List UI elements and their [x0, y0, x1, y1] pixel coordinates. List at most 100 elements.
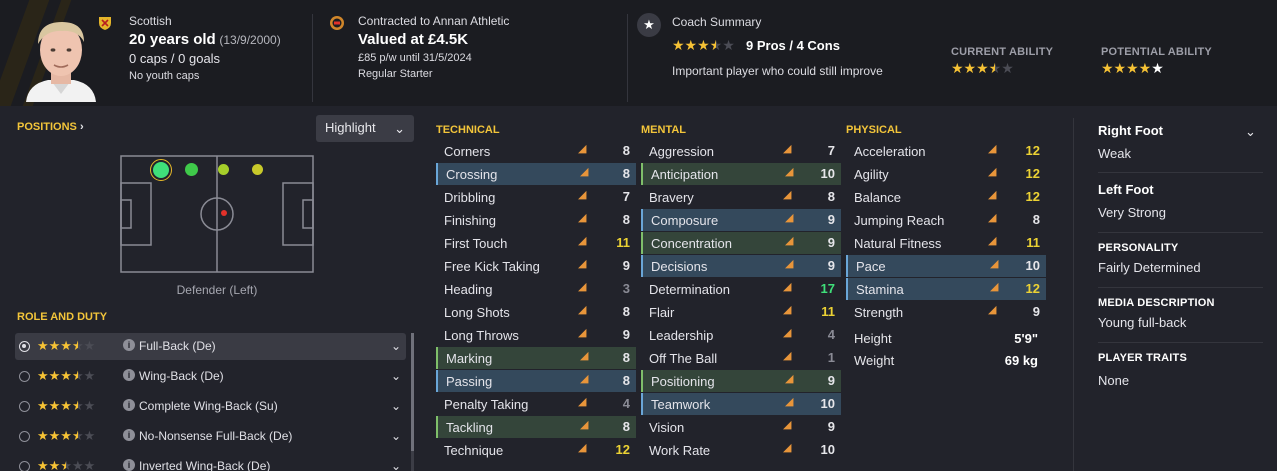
training-arrow-icon: ◢ — [580, 419, 589, 431]
attribute-row[interactable]: Positioning ◢ 9 — [641, 370, 841, 392]
contract-block: Contracted to Annan Athletic Valued at £… — [358, 14, 509, 80]
chevron-right-icon: › — [79, 121, 84, 133]
attribute-row[interactable]: Crossing ◢ 8 — [436, 163, 636, 185]
attribute-row[interactable]: Finishing ◢ 8 — [436, 209, 636, 231]
attribute-name: Flair — [649, 305, 675, 320]
attribute-row[interactable]: Pace ◢ 10 — [846, 255, 1046, 277]
info-icon[interactable]: i — [123, 339, 135, 351]
training-arrow-icon: ◢ — [785, 166, 794, 178]
position-dot-aml[interactable] — [252, 164, 263, 175]
attribute-row[interactable]: Composure ◢ 9 — [641, 209, 841, 231]
role-duty-title: ROLE AND DUTY — [17, 311, 108, 323]
attribute-row[interactable]: Penalty Taking ◢ 4 — [436, 393, 636, 415]
role-row[interactable]: ★★★★★ i Wing-Back (De) ⌄ — [15, 363, 406, 390]
role-radio[interactable] — [19, 341, 30, 352]
chevron-down-icon[interactable]: ⌄ — [1245, 124, 1256, 140]
role-row[interactable]: ★★★★★ i No-Nonsense Full-Back (De) ⌄ — [15, 423, 406, 450]
positions-title[interactable]: POSITIONS › — [17, 121, 84, 133]
attribute-row[interactable]: Bravery ◢ 8 — [641, 186, 841, 208]
chevron-down-icon[interactable]: ⌄ — [391, 399, 401, 413]
positions-pitch — [120, 155, 314, 273]
attribute-row[interactable]: Balance ◢ 12 — [846, 186, 1046, 208]
attribute-row[interactable]: Determination ◢ 17 — [641, 278, 841, 300]
attribute-value: 8 — [1032, 212, 1040, 227]
role-row[interactable]: ★★★★★ i Full-Back (De) ⌄ — [15, 333, 406, 360]
potential-ability-label: POTENTIAL ABILITY — [1101, 46, 1212, 58]
attribute-row[interactable]: Vision ◢ 9 — [641, 416, 841, 438]
star-icon: ★ — [637, 13, 661, 37]
role-row[interactable]: ★★★★★ i Complete Wing-Back (Su) ⌄ — [15, 393, 406, 420]
attribute-row[interactable]: Free Kick Taking ◢ 9 — [436, 255, 636, 277]
attribute-row[interactable]: Acceleration ◢ 12 — [846, 140, 1046, 162]
attribute-value: 8 — [622, 166, 630, 181]
training-arrow-icon: ◢ — [988, 212, 997, 224]
attribute-row[interactable]: Stamina ◢ 12 — [846, 278, 1046, 300]
attribute-row[interactable]: Passing ◢ 8 — [436, 370, 636, 392]
role-radio[interactable] — [19, 431, 30, 442]
role-radio[interactable] — [19, 371, 30, 382]
attribute-row[interactable]: Long Throws ◢ 9 — [436, 324, 636, 346]
date-of-birth: (13/9/2000) — [219, 33, 281, 47]
attribute-row[interactable]: Strength ◢ 9 — [846, 301, 1046, 323]
role-row[interactable]: ★★★★★ i Inverted Wing-Back (De) ⌄ — [15, 453, 406, 471]
chevron-down-icon[interactable]: ⌄ — [391, 429, 401, 443]
role-radio[interactable] — [19, 401, 30, 412]
training-arrow-icon: ◢ — [783, 189, 792, 201]
height-label: Height — [854, 331, 892, 346]
weight-label: Weight — [854, 353, 895, 368]
training-arrow-icon: ◢ — [783, 304, 792, 316]
contract-club[interactable]: Contracted to Annan Athletic — [358, 14, 509, 28]
attribute-name: Decisions — [651, 259, 708, 274]
attribute-row[interactable]: First Touch ◢ 11 — [436, 232, 636, 254]
attribute-row[interactable]: Anticipation ◢ 10 — [641, 163, 841, 185]
training-arrow-icon: ◢ — [785, 235, 794, 247]
attribute-row[interactable]: Agility ◢ 12 — [846, 163, 1046, 185]
training-arrow-icon: ◢ — [988, 189, 997, 201]
attribute-row[interactable]: Decisions ◢ 9 — [641, 255, 841, 277]
roles-scrollbar-thumb[interactable] — [411, 333, 414, 451]
info-icon[interactable]: i — [123, 399, 135, 411]
attribute-row[interactable]: Leadership ◢ 4 — [641, 324, 841, 346]
attribute-row[interactable]: Dribbling ◢ 7 — [436, 186, 636, 208]
attribute-value: 11 — [821, 304, 835, 319]
attribute-row[interactable]: Natural Fitness ◢ 11 — [846, 232, 1046, 254]
training-arrow-icon: ◢ — [988, 304, 997, 316]
highlight-dropdown[interactable]: Highlight ⌄ — [316, 115, 414, 142]
attribute-name: Vision — [649, 420, 685, 435]
training-arrow-icon: ◢ — [990, 258, 999, 270]
attribute-row[interactable]: Long Shots ◢ 8 — [436, 301, 636, 323]
info-icon[interactable]: i — [123, 369, 135, 381]
training-arrow-icon: ◢ — [785, 396, 794, 408]
info-icon[interactable]: i — [123, 459, 135, 471]
chevron-down-icon[interactable]: ⌄ — [391, 369, 401, 383]
attribute-row[interactable]: Flair ◢ 11 — [641, 301, 841, 323]
attribute-row[interactable]: Technique ◢ 12 — [436, 439, 636, 461]
attribute-row[interactable]: Aggression ◢ 7 — [641, 140, 841, 162]
attribute-row[interactable]: Heading ◢ 3 — [436, 278, 636, 300]
attribute-row[interactable]: Marking ◢ 8 — [436, 347, 636, 369]
pros-cons[interactable]: 9 Pros / 4 Cons — [746, 38, 840, 53]
attribute-row[interactable]: Work Rate ◢ 10 — [641, 439, 841, 461]
role-stars: ★★★★★ — [37, 368, 96, 383]
position-dot-dl[interactable] — [153, 162, 169, 178]
attribute-row[interactable]: Teamwork ◢ 10 — [641, 393, 841, 415]
attribute-row[interactable]: Off The Ball ◢ 1 — [641, 347, 841, 369]
attribute-value: 7 — [622, 189, 630, 204]
coach-summary-stars: ★★★★★ — [672, 37, 735, 53]
attribute-row[interactable]: Tackling ◢ 8 — [436, 416, 636, 438]
attribute-row[interactable]: Corners ◢ 8 — [436, 140, 636, 162]
info-icon[interactable]: i — [123, 429, 135, 441]
attribute-name: Tackling — [446, 420, 493, 435]
position-dot-wbl[interactable] — [185, 163, 198, 176]
role-stars: ★★★★★ — [37, 458, 96, 471]
attribute-name: Balance — [854, 190, 901, 205]
attribute-value: 8 — [622, 212, 630, 227]
chevron-down-icon[interactable]: ⌄ — [391, 459, 401, 471]
role-radio[interactable] — [19, 461, 30, 471]
position-dot-ml[interactable] — [218, 164, 229, 175]
attribute-row[interactable]: Jumping Reach ◢ 8 — [846, 209, 1046, 231]
training-arrow-icon: ◢ — [783, 143, 792, 155]
chevron-down-icon[interactable]: ⌄ — [391, 339, 401, 353]
attribute-row[interactable]: Concentration ◢ 9 — [641, 232, 841, 254]
age: 20 years old — [129, 31, 216, 48]
